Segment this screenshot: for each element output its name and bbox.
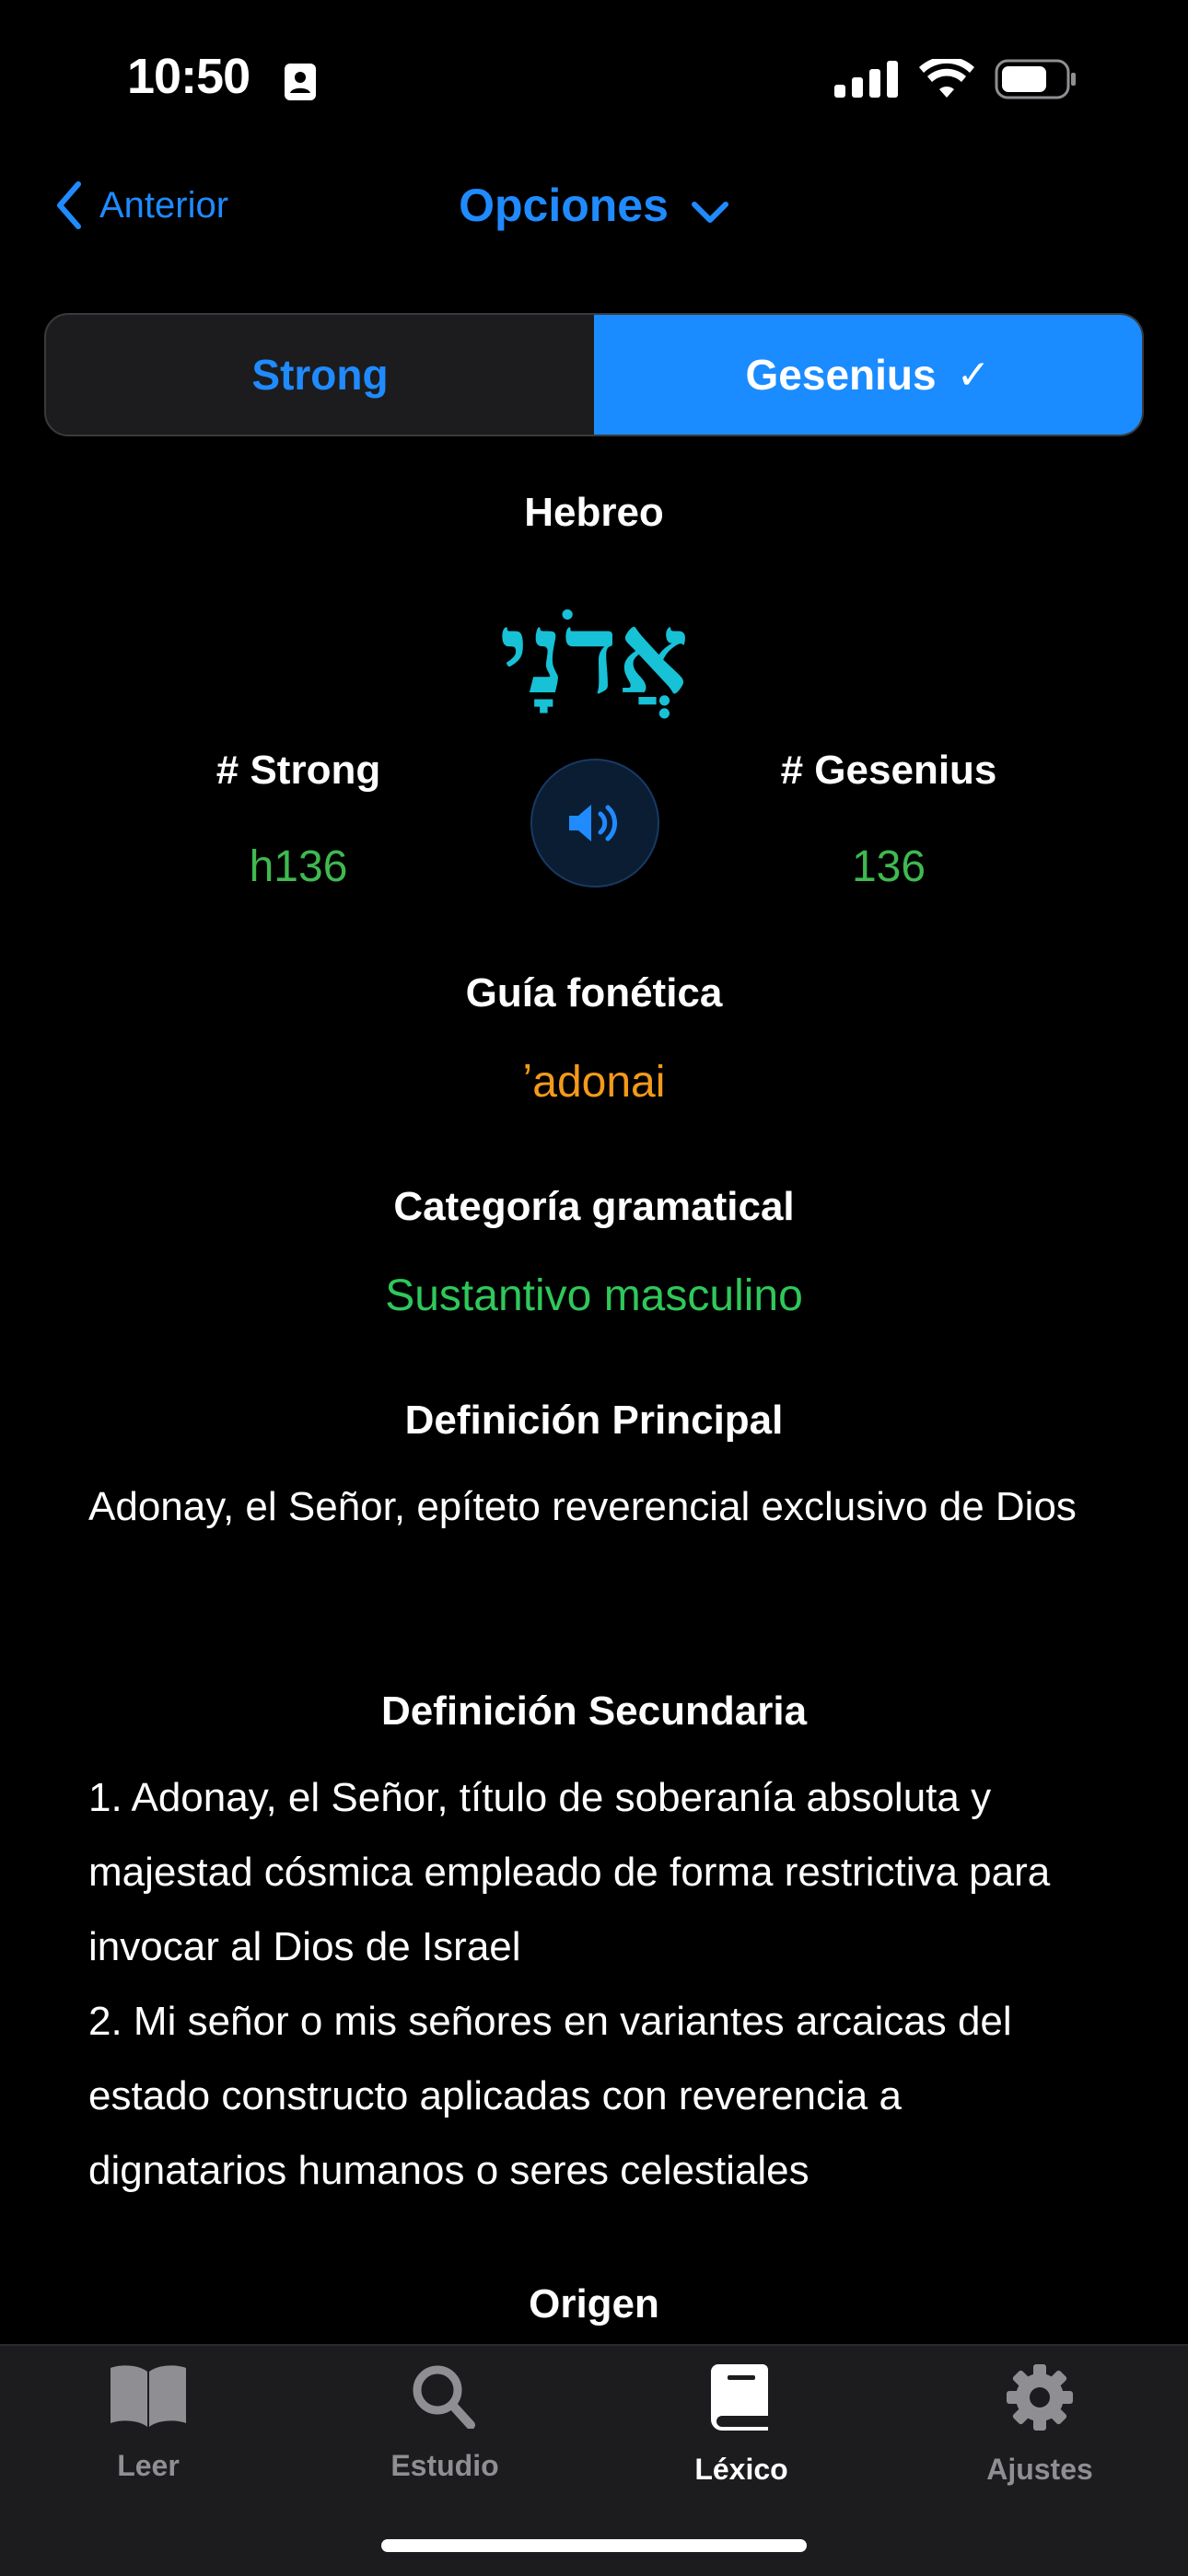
speaker-icon [569,805,617,841]
hebrew-word: אֲדֹנָי [499,589,689,719]
status-time: 10:50 [127,49,250,104]
book-closed-icon [711,2364,768,2431]
segment-gesenius[interactable]: Gesenius ✓ [594,315,1142,435]
pronunciation-button[interactable] [530,759,659,888]
secondary-definition-label: Definición Secundaria [380,1688,808,1734]
gesenius-number-label: # Gesenius [780,748,997,793]
language-label: Hebreo [524,490,664,535]
gear-icon [1007,2364,1073,2431]
dictionary-segmented-control: Strong Gesenius ✓ [44,313,1144,436]
tab-lexico[interactable]: Léxico [649,2362,833,2487]
tab-ajustes[interactable]: Ajustes [948,2362,1132,2487]
contact-card-icon [284,63,317,106]
battery-icon [995,59,1076,99]
origin-label: Origen [529,2281,659,2327]
strong-number-value: h136 [249,842,348,891]
home-indicator [381,2539,807,2552]
secondary-definition-list: 1. Adonay, el Señor, título de soberanía… [88,1760,1111,2208]
primary-definition-label: Definición Principal [404,1398,784,1443]
nav-title: Opciones [459,180,669,231]
status-indicators [834,59,1077,99]
strong-number-label: # Strong [215,748,381,793]
secondary-definition-item: 1. Adonay, el Señor, título de soberanía… [88,1775,1051,1969]
checkmark-icon: ✓ [956,352,991,398]
options-menu-button[interactable]: Opciones [0,179,1188,236]
search-icon [413,2365,475,2430]
grammar-value: Sustantivo masculino [385,1271,803,1320]
grammar-label: Categoría gramatical [393,1184,795,1229]
tab-estudio[interactable]: Estudio [353,2362,537,2483]
wifi-icon [919,59,974,98]
primary-definition-text: Adonay, el Señor, epíteto reverencial ex… [88,1484,1077,1529]
secondary-definition-item: 2. Mi señor o mis señores en variantes a… [88,1999,1012,2193]
cellular-signal-icon [834,61,898,98]
phonetic-label: Guía fonética [465,970,723,1015]
chevron-down-icon [691,182,729,236]
gesenius-number-value: 136 [851,842,926,891]
tab-leer[interactable]: Leer [56,2362,240,2483]
book-open-icon [111,2365,186,2427]
phonetic-value: ʼadonai [522,1058,666,1107]
segment-strong[interactable]: Strong [46,315,594,435]
